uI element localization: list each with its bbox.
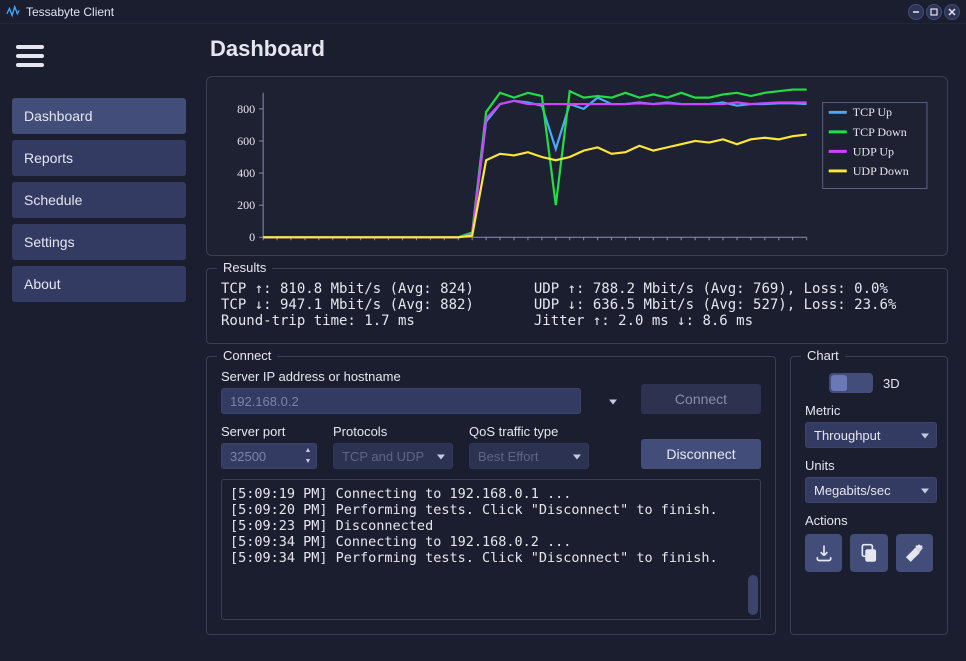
log-output[interactable]: [5:09:19 PM] Connecting to 192.168.0.1 .… [221, 479, 761, 620]
window-title: Tessabyte Client [26, 5, 114, 19]
maximize-button[interactable] [926, 4, 942, 20]
sidebar-item-schedule[interactable]: Schedule [12, 182, 186, 218]
qos-select[interactable]: Best Effort [469, 443, 589, 469]
chart-legend: Chart [801, 348, 845, 363]
download-button[interactable] [805, 534, 842, 572]
app-icon [6, 5, 20, 19]
svg-text:600: 600 [237, 134, 255, 148]
port-label: Server port [221, 424, 317, 439]
clear-button[interactable] [896, 534, 933, 572]
hamburger-icon[interactable] [16, 40, 186, 72]
results-panel: Results TCP ↑: 810.8 Mbit/s (Avg: 824) T… [206, 268, 948, 344]
svg-text:400: 400 [237, 166, 255, 180]
svg-text:TCP Down: TCP Down [853, 125, 907, 139]
qos-label: QoS traffic type [469, 424, 589, 439]
units-label: Units [805, 458, 933, 473]
scrollbar-thumb[interactable] [748, 575, 758, 615]
connect-button[interactable]: Connect [641, 384, 761, 414]
chart-options-panel: Chart 3D Metric Throughput Units Megabit… [790, 356, 948, 635]
nav-list: Dashboard Reports Schedule Settings About [12, 98, 186, 302]
sidebar-item-reports[interactable]: Reports [12, 140, 186, 176]
toggle-3d-label: 3D [883, 376, 900, 391]
title-bar: Tessabyte Client [0, 0, 966, 24]
page-title: Dashboard [210, 36, 948, 62]
svg-text:UDP Up: UDP Up [853, 144, 894, 158]
sidebar-item-dashboard[interactable]: Dashboard [12, 98, 186, 134]
host-input[interactable] [221, 388, 581, 414]
disconnect-button[interactable]: Disconnect [641, 439, 761, 469]
svg-text:UDP Down: UDP Down [853, 164, 909, 178]
results-right: UDP ↑: 788.2 Mbit/s (Avg: 769), Loss: 0.… [534, 281, 896, 329]
proto-label: Protocols [333, 424, 453, 439]
svg-text:0: 0 [249, 230, 255, 244]
results-legend: Results [217, 260, 272, 275]
close-button[interactable] [944, 4, 960, 20]
proto-select[interactable]: TCP and UDP [333, 443, 453, 469]
actions-label: Actions [805, 513, 933, 528]
sidebar-item-settings[interactable]: Settings [12, 224, 186, 260]
metric-label: Metric [805, 403, 933, 418]
sidebar: Dashboard Reports Schedule Settings About [0, 24, 200, 661]
connect-legend: Connect [217, 348, 277, 363]
connect-panel: Connect Server IP address or hostname Co… [206, 356, 776, 635]
port-step-up[interactable]: ▲ [301, 445, 315, 456]
units-select[interactable]: Megabits/sec [805, 477, 937, 503]
metric-select[interactable]: Throughput [805, 422, 937, 448]
host-label: Server IP address or hostname [221, 369, 625, 384]
svg-text:TCP Up: TCP Up [853, 105, 892, 119]
toggle-3d[interactable] [829, 373, 873, 393]
port-step-down[interactable]: ▼ [301, 456, 315, 467]
sidebar-item-about[interactable]: About [12, 266, 186, 302]
copy-button[interactable] [850, 534, 887, 572]
minimize-button[interactable] [908, 4, 924, 20]
results-left: TCP ↑: 810.8 Mbit/s (Avg: 824) TCP ↓: 94… [221, 281, 474, 329]
svg-text:800: 800 [237, 102, 255, 116]
throughput-chart: 0 200 400 600 800 TCP Up TCP Down UDP Up UDP Dow… [206, 76, 948, 256]
svg-text:200: 200 [237, 198, 255, 212]
